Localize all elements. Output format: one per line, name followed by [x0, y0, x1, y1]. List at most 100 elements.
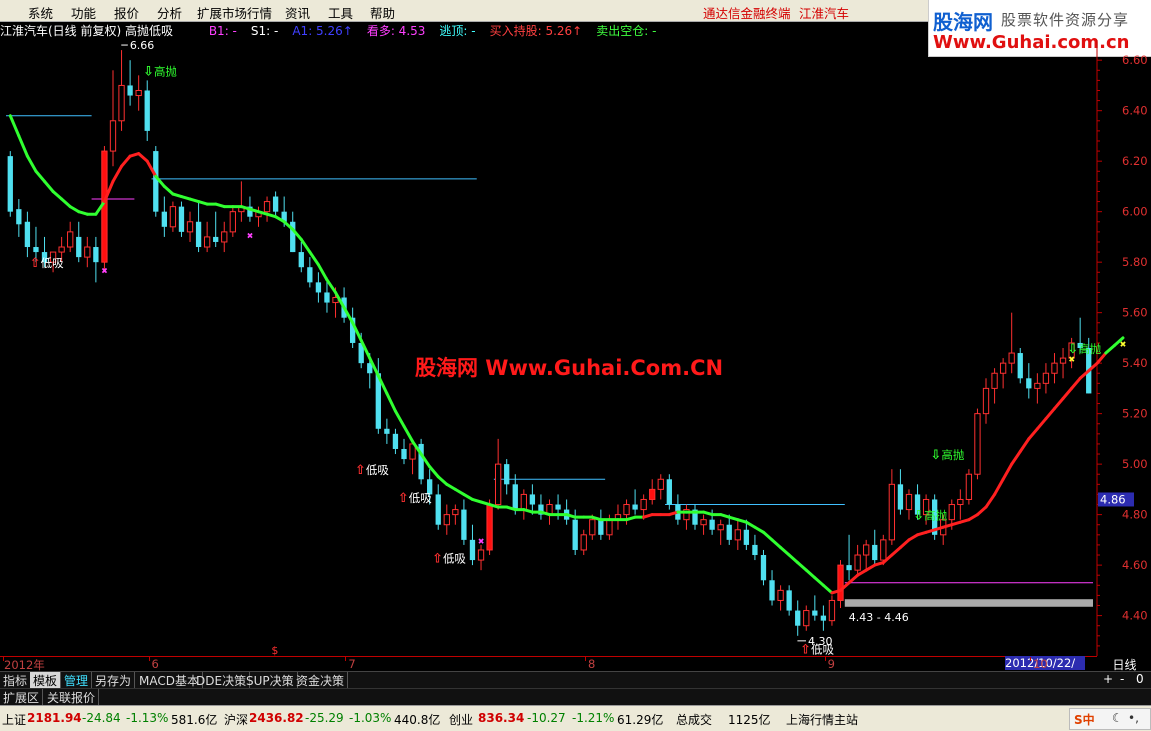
candle-body [153, 151, 159, 212]
buy-signal-label: 低吸 [811, 642, 834, 656]
zoom-in-button[interactable]: + [1103, 672, 1113, 686]
candle-body [700, 519, 707, 526]
signal-marker-icon: ✖ [478, 537, 485, 546]
tab-template[interactable]: 模板 [30, 672, 62, 688]
menu-tools[interactable]: 工具 [328, 3, 353, 22]
trend-line-segment [308, 250, 320, 267]
trend-line-segment [975, 505, 988, 517]
trend-line-segment [779, 545, 791, 557]
buy-arrow-icon: ⇧ [800, 642, 811, 656]
candle-body [84, 246, 91, 258]
menu-ext-market[interactable]: 扩展市场行情 [197, 3, 272, 22]
trend-line-segment [770, 538, 783, 549]
candle-body [7, 156, 13, 212]
candle-body [67, 231, 74, 248]
candle-body [435, 494, 441, 525]
sell-signal-label: 高抛 [924, 509, 947, 523]
trend-line-segment [385, 391, 397, 413]
trend-line-segment [1001, 462, 1014, 481]
trend-line-segment [761, 530, 774, 542]
tab-fund[interactable]: 资金决策 [293, 672, 349, 688]
trend-line-segment [25, 154, 38, 173]
candle-body [846, 565, 852, 571]
cy-percent: -1.21% [572, 711, 615, 725]
trend-line-segment [796, 561, 808, 572]
y-tick-label-0: 6.60 [1122, 53, 1148, 67]
y-tick-label-2: 6.20 [1122, 154, 1148, 168]
candle-body [16, 209, 22, 225]
period-label[interactable]: 日线 [1098, 656, 1151, 672]
trend-line-segment [43, 179, 55, 193]
punctuation-icon[interactable]: •, [1128, 711, 1139, 725]
tab-save-as[interactable]: 另存为 [92, 672, 136, 688]
sell-arrow-icon: ⇩ [143, 64, 154, 79]
reset-button[interactable]: 0 [1136, 672, 1144, 686]
y-tick-label-5: 5.60 [1122, 306, 1148, 320]
trend-line-segment [60, 197, 72, 209]
trend-line-segment [428, 465, 440, 479]
candle-body [948, 504, 955, 521]
tab-manage[interactable]: 管理 [61, 672, 93, 688]
moon-icon[interactable]: ☾ [1112, 711, 1123, 725]
trend-line-segment [804, 568, 817, 580]
y-tick-label-6: 5.40 [1122, 356, 1148, 370]
candle-body [486, 504, 493, 551]
logo-tagline: 股票软件资源分享 [1001, 11, 1130, 29]
menu-quote[interactable]: 报价 [114, 3, 139, 22]
candle-body [1026, 378, 1032, 389]
candle-body [760, 555, 767, 581]
y-tick-label-7: 5.20 [1122, 407, 1148, 421]
dollar-marker-icon: $ [271, 644, 278, 656]
candle-body [504, 464, 510, 485]
menu-news[interactable]: 资讯 [285, 3, 310, 22]
date-tick [585, 657, 587, 661]
candle-body [905, 493, 913, 511]
trend-line-segment [787, 553, 800, 565]
candle-body [769, 580, 775, 601]
indicator-4: 逃顶: - [439, 24, 476, 38]
sz-label: 沪深 [224, 713, 249, 727]
tab-related-quote[interactable]: 关联报价 [44, 689, 100, 706]
indicator-2: A1: 5.26↑ [292, 24, 353, 38]
server-name[interactable]: 上海行情主站 [786, 711, 858, 728]
date-tick [824, 657, 826, 661]
tab-dde[interactable]: DDE决策 [193, 672, 251, 688]
menu-system[interactable]: 系统 [28, 3, 53, 22]
signal-marker-icon: ✖ [1120, 340, 1127, 349]
menu-help[interactable]: 帮助 [370, 3, 395, 22]
candle-body [161, 211, 167, 227]
zoom-out-button[interactable]: - [1120, 672, 1124, 686]
candle-body [213, 236, 219, 242]
indicator-tabs: 指标 模板 管理 另存为 MACD基本 DDE决策 SUP决策 资金决策 + -… [0, 671, 1151, 689]
candle-body [743, 529, 750, 545]
ime-toolbar[interactable]: S中 ☾ •, [1069, 708, 1151, 730]
trend-line-segment [993, 477, 1005, 496]
sh-percent: -1.13% [126, 711, 169, 725]
y-tick-label-3: 6.00 [1122, 205, 1148, 219]
candle-body [580, 534, 587, 551]
sz-amount: 440.8亿 [394, 713, 441, 727]
cy-amount: 61.29亿 [617, 713, 664, 727]
tab-extension[interactable]: 扩展区 [0, 689, 44, 706]
date-label-4: 9 [827, 657, 835, 671]
candle-body [854, 554, 861, 571]
candle-body [812, 610, 818, 616]
high-price-label: 6.66 [130, 40, 155, 52]
indicator-header: 江淮汽车(日线 前复权) 高抛低吸 B1: - S1: - A1: 5.26↑ 看多:… [0, 22, 664, 40]
tab-indicator[interactable]: 指标 [0, 672, 32, 688]
menu-function[interactable]: 功能 [71, 3, 96, 22]
trend-line-segment [821, 583, 834, 595]
trend-line-segment [813, 576, 825, 587]
tab-sup[interactable]: SUP决策 [243, 672, 298, 688]
indicator-5: 买入持股: 5.26↑ [489, 24, 583, 38]
trend-line-segment [325, 278, 338, 294]
candlestick-chart[interactable]: 6.60 6.40 6.20 6.00 5.80 5.60 5.40 5.20 5.00 4.80… [0, 40, 1151, 656]
menu-analysis[interactable]: 分析 [157, 3, 182, 22]
signal-marker-icon: ✖ [247, 231, 254, 240]
candle-body [709, 519, 715, 530]
candle-body [752, 544, 758, 556]
candle-body [717, 524, 724, 531]
sh-amount: 581.6亿 [171, 713, 218, 727]
date-axis: 2012/10/22/— 2012年678910 [0, 656, 1097, 684]
candle-body [443, 514, 450, 526]
